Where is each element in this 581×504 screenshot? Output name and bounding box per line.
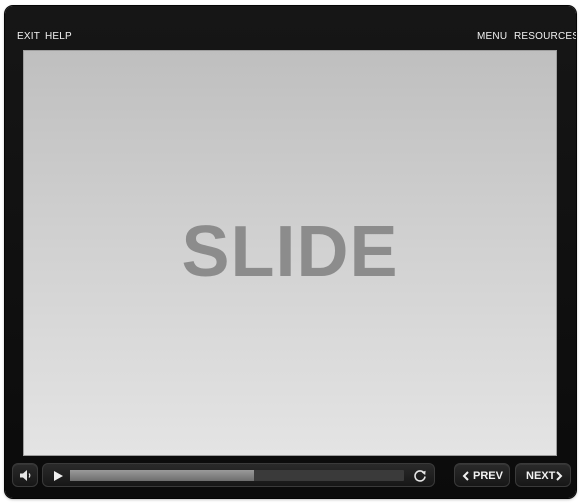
seek-bar-container	[42, 463, 435, 487]
playback-controls: PREV NEXT	[5, 459, 576, 491]
play-icon[interactable]	[51, 469, 65, 483]
top-bar: EXIT HELP MENU RESOURCES	[5, 6, 576, 50]
next-label: NEXT	[526, 470, 556, 482]
menu-link[interactable]: MENU	[477, 31, 507, 43]
volume-button[interactable]	[12, 463, 38, 487]
slide-title: SLIDE	[181, 212, 399, 292]
next-button[interactable]: NEXT	[515, 463, 571, 487]
replay-icon[interactable]	[412, 468, 428, 484]
prev-label: PREV	[473, 470, 503, 482]
resources-link[interactable]: RESOURCES	[514, 31, 576, 43]
course-player: EXIT HELP MENU RESOURCES SLIDE PREV NEXT	[5, 6, 576, 498]
help-link[interactable]: HELP	[45, 31, 72, 43]
progress-track[interactable]	[70, 470, 404, 481]
prev-button[interactable]: PREV	[454, 463, 510, 487]
slide-area: SLIDE	[23, 50, 557, 456]
chevron-right-icon	[556, 471, 563, 481]
chevron-left-icon	[462, 471, 469, 481]
volume-icon	[20, 470, 31, 481]
exit-link[interactable]: EXIT	[17, 31, 40, 43]
progress-fill	[70, 470, 254, 481]
